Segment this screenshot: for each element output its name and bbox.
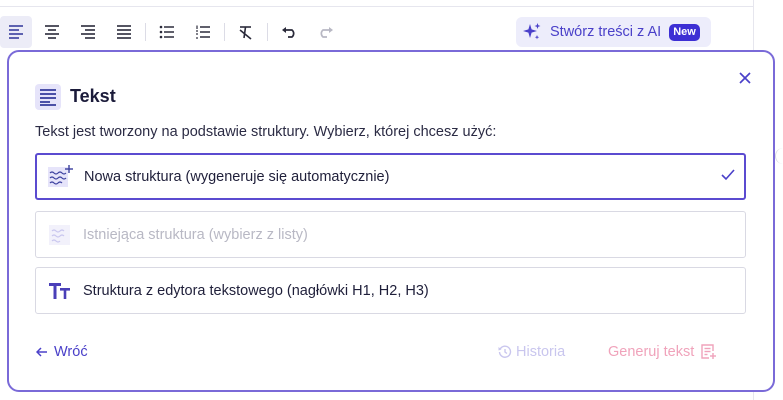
clear-format-button[interactable] — [230, 16, 262, 48]
toolbar-separator — [224, 23, 225, 41]
generate-text-button[interactable]: Generuj tekst — [608, 344, 717, 360]
align-justify-icon — [117, 25, 131, 39]
check-icon — [721, 169, 735, 181]
close-button[interactable] — [734, 67, 756, 89]
editor-top-divider — [0, 6, 753, 7]
option-existing-structure-label: Istniejąca struktura (wybierz z listy) — [83, 226, 308, 243]
align-left-icon — [9, 25, 23, 39]
history-icon — [498, 345, 512, 358]
option-existing-structure[interactable]: Istniejąca struktura (wybierz z listy) — [35, 211, 746, 258]
new-badge: New — [669, 23, 700, 41]
existing-structure-icon — [45, 220, 75, 250]
option-new-structure-label: Nowa struktura (wygeneruje się automatyc… — [84, 168, 390, 185]
generate-document-icon — [701, 344, 717, 359]
option-editor-structure[interactable]: Struktura z edytora tekstowego (nagłówki… — [35, 267, 746, 314]
toolbar-separator — [267, 23, 268, 41]
back-label: Wróć — [54, 344, 88, 360]
close-icon — [739, 72, 751, 84]
bullet-list-button[interactable] — [151, 16, 183, 48]
align-center-icon — [45, 25, 59, 39]
option-new-structure[interactable]: Nowa struktura (wygeneruje się automatyc… — [35, 153, 746, 200]
bullet-list-icon — [159, 25, 174, 39]
numbered-list-button[interactable] — [187, 16, 219, 48]
dialog-subtitle: Tekst jest tworzony na podstawie struktu… — [35, 124, 497, 140]
redo-button[interactable] — [309, 16, 341, 48]
redo-icon — [320, 27, 333, 38]
option-editor-structure-label: Struktura z edytora tekstowego (nagłówki… — [83, 282, 429, 299]
history-label: Historia — [516, 344, 566, 360]
arrow-left-icon — [36, 347, 47, 357]
dialog-title: Tekst — [70, 86, 116, 106]
create-with-ai-button[interactable]: Stwórz treści z AI New — [516, 17, 711, 47]
side-panel-handle[interactable] — [775, 148, 783, 164]
align-center-button[interactable] — [36, 16, 68, 48]
undo-button[interactable] — [273, 16, 305, 48]
undo-icon — [281, 27, 294, 38]
text-size-icon — [45, 276, 75, 306]
align-justify-button[interactable] — [108, 16, 140, 48]
clear-format-icon — [239, 25, 252, 40]
text-lines-icon — [35, 84, 61, 110]
sparkles-icon — [523, 23, 541, 40]
toolbar-separator — [145, 23, 146, 41]
history-button[interactable]: Historia — [498, 344, 565, 360]
align-right-button[interactable] — [72, 16, 104, 48]
create-with-ai-label: Stwórz treści z AI — [550, 24, 662, 40]
align-right-icon — [81, 25, 95, 39]
numbered-list-icon — [196, 25, 210, 39]
generate-text-label: Generuj tekst — [608, 344, 695, 360]
align-left-button[interactable] — [0, 16, 32, 48]
new-structure-icon — [46, 162, 76, 192]
back-button[interactable]: Wróć — [36, 344, 88, 360]
